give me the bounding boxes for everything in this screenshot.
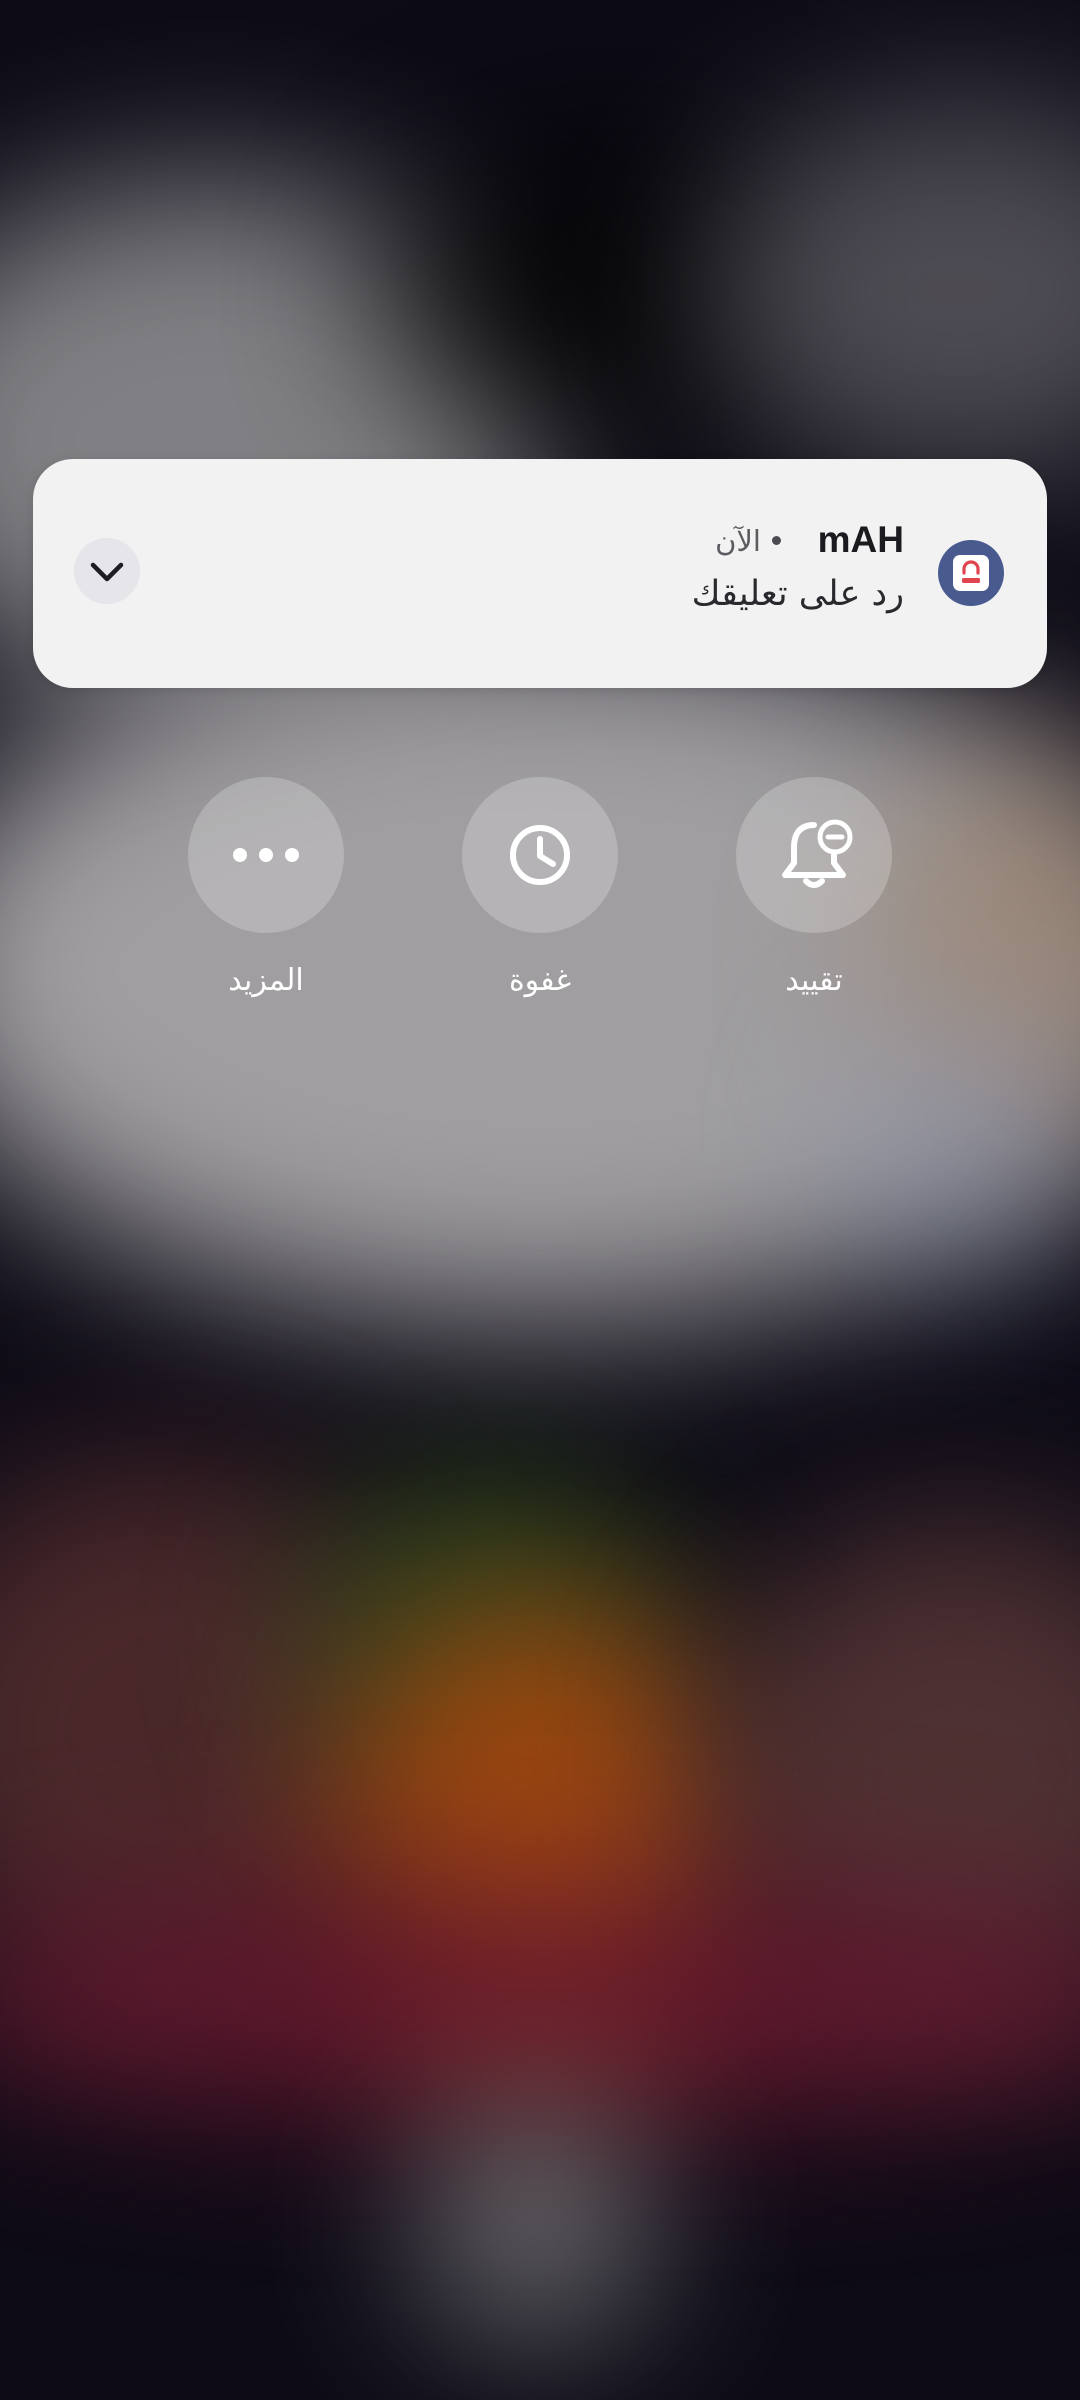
- snooze-button[interactable]: غفوة: [462, 777, 618, 998]
- notification-card[interactable]: mAH الآن رد على تعليقك: [33, 459, 1047, 688]
- clock-icon: [510, 825, 570, 885]
- restrict-label: تقييد: [785, 963, 843, 998]
- chevron-down-icon: [90, 562, 124, 582]
- separator-dot: [772, 536, 781, 545]
- mah-app-icon: [938, 540, 1004, 606]
- blurred-wallpaper-background: [0, 0, 1080, 2400]
- snooze-label: غفوة: [508, 963, 572, 998]
- more-dots-icon: [233, 848, 299, 862]
- notification-message: رد على تعليقك: [691, 574, 904, 614]
- more-button[interactable]: المزيد: [188, 777, 344, 998]
- notification-time: الآن: [715, 524, 761, 558]
- bell-minus-icon: [782, 819, 853, 888]
- notification-app-name: mAH: [817, 519, 904, 560]
- more-label: المزيد: [228, 963, 304, 998]
- restrict-button[interactable]: تقييد: [736, 777, 892, 998]
- expand-notification-button[interactable]: [74, 538, 140, 604]
